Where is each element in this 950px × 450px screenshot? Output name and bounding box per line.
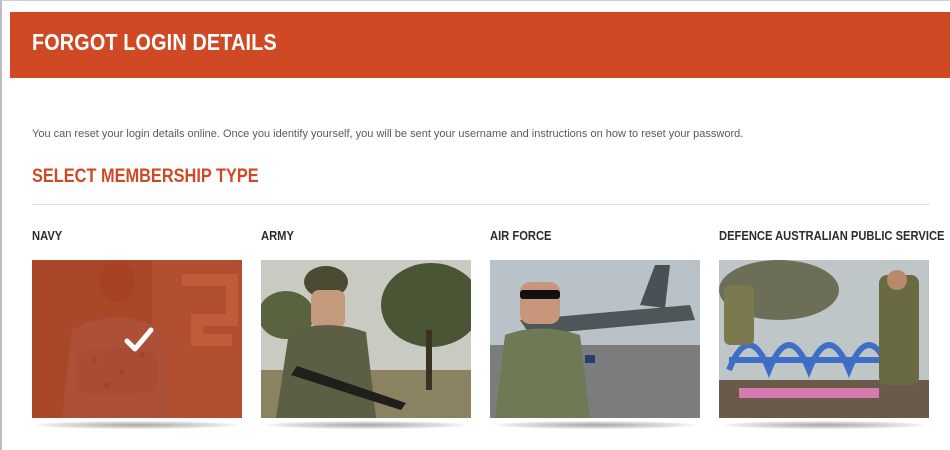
air-force-photo-image — [490, 260, 700, 418]
section-title: SELECT MEMBERSHIP TYPE — [32, 166, 259, 187]
card-shadow — [265, 421, 467, 429]
membership-option-army[interactable]: ARMY — [261, 228, 473, 438]
membership-label-defence-aps: DEFENCE AUSTRALIAN PUBLIC SERVICE — [719, 228, 945, 243]
selected-overlay — [32, 260, 242, 418]
card-shadow — [494, 421, 696, 429]
membership-label-army: ARMY — [261, 228, 294, 243]
checkmark-icon — [124, 327, 154, 352]
army-photo-image — [261, 260, 471, 418]
defence-aps-photo-image — [719, 260, 929, 418]
membership-option-navy[interactable]: NAVY — [32, 228, 244, 438]
defence-aps-photo — [719, 260, 929, 418]
membership-label-air-force: AIR FORCE — [490, 228, 552, 243]
membership-option-air-force[interactable]: AIR FORCE — [490, 228, 702, 438]
membership-option-defence-aps[interactable]: DEFENCE AUSTRALIAN PUBLIC SERVICE — [719, 228, 944, 438]
section-divider — [32, 204, 930, 205]
air-force-photo — [490, 260, 700, 418]
intro-text: You can reset your login details online.… — [32, 128, 744, 140]
card-shadow — [36, 421, 238, 429]
navy-photo — [32, 260, 242, 418]
page-header: FORGOT LOGIN DETAILS — [10, 12, 950, 78]
card-shadow — [723, 421, 925, 429]
membership-label-navy: NAVY — [32, 228, 63, 243]
page-title: FORGOT LOGIN DETAILS — [32, 29, 277, 55]
army-photo — [261, 260, 471, 418]
